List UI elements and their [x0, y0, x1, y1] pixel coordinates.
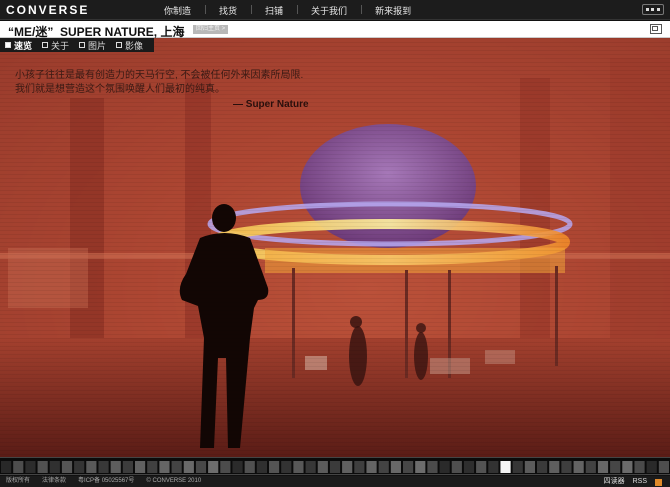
filmstrip-frame[interactable] [427, 461, 438, 473]
filmstrip-frame[interactable] [305, 461, 316, 473]
filmstrip-frame[interactable] [25, 461, 36, 473]
filmstrip-frame[interactable] [451, 461, 462, 473]
nav-item-make[interactable]: 你制造 [150, 4, 205, 17]
rss-icon[interactable] [655, 479, 662, 486]
filmstrip-frame[interactable] [463, 461, 475, 473]
filmstrip-frame[interactable] [342, 461, 353, 473]
rss-link[interactable]: RSS [633, 476, 647, 487]
filmstrip-frame[interactable] [49, 461, 60, 473]
square-icon [5, 42, 11, 48]
main-nav: 你制造 找货 扫铺 关于我们 新来报到 [150, 0, 425, 20]
filmstrip-frame-selected[interactable] [500, 461, 511, 473]
filmstrip-frame[interactable] [634, 461, 645, 473]
filmstrip-frame[interactable] [585, 461, 596, 473]
nav-item-find[interactable]: 找货 [205, 4, 251, 17]
reader-link[interactable]: 四读器 [604, 476, 625, 487]
tab-about[interactable]: 关于 [37, 39, 74, 52]
filmstrip-frame[interactable] [281, 461, 292, 473]
title-bar: “ME/迷” SUPER NATURE, 上海 回归主页 > [0, 21, 670, 39]
caption-line-2: 我们就是想营造这个氛围唤醒人们最初的纯真。 [15, 84, 225, 95]
filmstrip-frame[interactable] [610, 461, 621, 473]
filmstrip-frame[interactable] [98, 461, 109, 473]
view-tabs: 速览 关于 图片 影像 [0, 38, 154, 52]
filmstrip-frame[interactable] [512, 461, 523, 473]
filmstrip-frame[interactable] [403, 461, 414, 473]
tab-label: 影像 [125, 40, 144, 51]
filmstrip-frame[interactable] [208, 461, 219, 473]
filmstrip-frame[interactable] [622, 461, 633, 473]
filmstrip-frame[interactable] [110, 461, 121, 473]
fullscreen-icon[interactable] [650, 24, 662, 34]
footer: 版权所有 法律条款 粤ICP备 05025567号 © CONVERSE 201… [0, 476, 670, 487]
filmstrip-frame[interactable] [244, 461, 255, 473]
filmstrip-frame[interactable] [86, 461, 97, 473]
photo-stage [0, 38, 670, 457]
filmstrip-frame[interactable] [573, 461, 584, 473]
footer-icp: 粤ICP备 05025567号 [78, 478, 135, 484]
filmstrip-frame[interactable] [122, 461, 133, 473]
filmstrip-frame[interactable] [61, 461, 73, 473]
caption-signature: — Super Nature [233, 99, 309, 110]
filmstrip-frame[interactable] [269, 461, 280, 473]
filmstrip-frame[interactable] [220, 461, 231, 473]
tab-label: 速览 [14, 40, 33, 51]
nav-item-scan[interactable]: 扫铺 [251, 4, 297, 17]
filmstrip-frame[interactable] [147, 461, 158, 473]
filmstrip-frame[interactable] [597, 461, 609, 473]
filmstrip-frame[interactable] [549, 461, 560, 473]
back-home-button[interactable]: 回归主页 > [193, 25, 229, 34]
filmstrip-frame[interactable] [74, 461, 85, 473]
top-nav-bar: CONVERSE 你制造 找货 扫铺 关于我们 新来报到 [0, 0, 670, 20]
filmstrip-frame[interactable] [646, 461, 657, 473]
filmstrip-frame[interactable] [13, 461, 24, 473]
filmstrip-frame[interactable] [439, 461, 450, 473]
filmstrip-frame[interactable] [183, 461, 194, 473]
footer-brand: © CONVERSE 2010 [146, 478, 202, 484]
nav-item-new-arrivals[interactable]: 新来报到 [361, 4, 425, 17]
window-mode-icon[interactable] [642, 4, 664, 15]
caption-line-1: 小孩子往往是最有创造力的天马行空, 不会被任何外来因素所局限. [15, 70, 304, 81]
converse-logo[interactable]: CONVERSE [6, 3, 89, 17]
square-icon [79, 42, 86, 48]
filmstrip-frame[interactable] [135, 461, 146, 473]
filmstrip-frame[interactable] [366, 461, 377, 473]
tab-label: 关于 [51, 40, 70, 51]
filmstrip-frame[interactable] [329, 461, 341, 473]
filmstrip-frames[interactable] [0, 458, 670, 476]
nav-item-about-us[interactable]: 关于我们 [297, 4, 361, 17]
tab-photos[interactable]: 图片 [74, 39, 111, 52]
tab-label: 图片 [88, 40, 107, 51]
filmstrip-frame[interactable] [658, 461, 669, 473]
square-icon [116, 42, 123, 48]
footer-legal-link[interactable]: 法律条款 [42, 476, 66, 487]
filmstrip-frame[interactable] [1, 461, 12, 473]
filmstrip-frame[interactable] [415, 461, 426, 473]
filmstrip-frame[interactable] [488, 461, 499, 473]
filmstrip-frame[interactable] [561, 461, 572, 473]
tab-video[interactable]: 影像 [111, 39, 148, 52]
filmstrip-frame[interactable] [378, 461, 389, 473]
tab-overview[interactable]: 速览 [0, 39, 37, 52]
square-icon [42, 42, 49, 48]
filmstrip-frame[interactable] [171, 461, 182, 473]
filmstrip-frame[interactable] [232, 461, 243, 473]
filmstrip-frame[interactable] [524, 461, 535, 473]
filmstrip-frame[interactable] [293, 461, 304, 473]
filmstrip-frame[interactable] [476, 461, 487, 473]
event-photo [0, 38, 670, 457]
filmstrip-frame[interactable] [256, 461, 267, 473]
filmstrip-timeline[interactable] [0, 457, 670, 475]
filmstrip-frame[interactable] [390, 461, 401, 473]
filmstrip-frame[interactable] [317, 461, 328, 473]
filmstrip-frame[interactable] [195, 461, 207, 473]
filmstrip-frame[interactable] [537, 461, 548, 473]
footer-copyright-link[interactable]: 版权所有 [6, 476, 30, 487]
filmstrip-frame[interactable] [354, 461, 365, 473]
filmstrip-frame[interactable] [37, 461, 48, 473]
caption-text: 小孩子往往是最有创造力的天马行空, 不会被任何外来因素所局限. 我们就是想营造这… [15, 69, 303, 97]
filmstrip-frame[interactable] [159, 461, 170, 473]
